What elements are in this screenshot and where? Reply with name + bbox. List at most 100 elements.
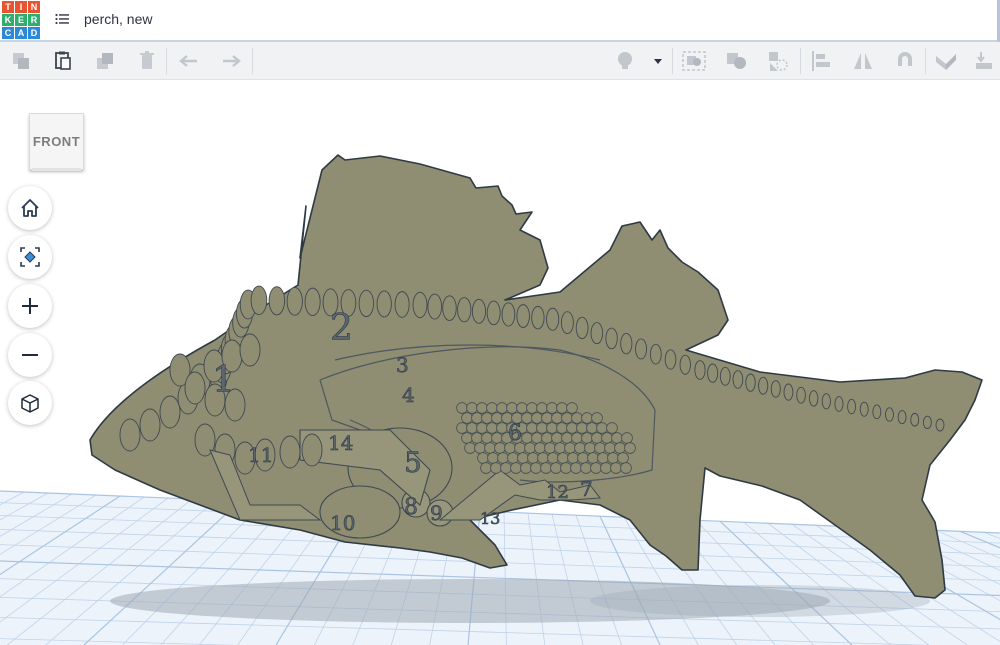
- roe-egg: [521, 412, 533, 424]
- tinkercad-logo[interactable]: T I N K E R C A D: [2, 1, 40, 39]
- roe-egg: [551, 432, 563, 444]
- vertebra: [486, 300, 501, 326]
- logo-letter: C: [2, 27, 14, 39]
- roe-egg: [586, 422, 598, 434]
- fit-view-button[interactable]: [8, 235, 52, 279]
- fit-all-icon: [20, 247, 40, 267]
- vertebra: [664, 349, 677, 370]
- paste-icon: [55, 51, 71, 70]
- vertebra: [358, 289, 375, 318]
- roe-egg: [571, 412, 583, 424]
- vertebra: [394, 291, 410, 318]
- vertebra: [679, 354, 691, 375]
- vertebra: [376, 290, 392, 318]
- toolbar-divider: [925, 48, 926, 74]
- ortho-view-button[interactable]: [8, 381, 52, 425]
- redo-icon: [223, 55, 241, 67]
- undo-button[interactable]: [177, 50, 201, 72]
- label-6: 6: [508, 421, 522, 446]
- project-title[interactable]: perch, new: [84, 11, 152, 27]
- roe-egg: [560, 462, 572, 474]
- vertebra: [808, 390, 819, 407]
- roe-egg: [547, 452, 559, 464]
- mirror-icon: [854, 53, 872, 69]
- roe-egg: [471, 432, 483, 444]
- magnet-icon: [898, 52, 912, 66]
- align-button[interactable]: [809, 50, 833, 72]
- roe-egg: [541, 412, 553, 424]
- copy-button[interactable]: [9, 50, 33, 72]
- list-menu-icon[interactable]: [55, 12, 69, 26]
- home-view-button[interactable]: [8, 186, 52, 230]
- redo-button[interactable]: [219, 50, 243, 72]
- label-5: 5: [404, 446, 422, 479]
- vertebra: [427, 293, 443, 320]
- light-bulb-icon: [618, 52, 632, 69]
- roe-egg: [490, 462, 502, 474]
- vertebra: [620, 333, 633, 355]
- roe-egg: [500, 462, 512, 474]
- ruler-button[interactable]: [972, 50, 996, 72]
- trash-icon: [140, 51, 154, 69]
- roe-egg: [544, 442, 556, 454]
- label-7: 7: [580, 477, 593, 501]
- roe-egg: [516, 402, 528, 414]
- light-dropdown[interactable]: [648, 50, 668, 72]
- hole-button[interactable]: [766, 50, 790, 72]
- zoom-in-button[interactable]: [8, 284, 52, 328]
- vertebra: [859, 401, 869, 417]
- roe-egg: [576, 422, 588, 434]
- vertebra: [516, 304, 530, 328]
- roe-egg: [486, 422, 498, 434]
- roe-egg: [587, 452, 599, 464]
- vertebra: [531, 305, 545, 330]
- roe-egg: [481, 412, 493, 424]
- vertebra: [910, 412, 920, 427]
- 3d-workspace[interactable]: 1 2 3 4 5 6 7 8 9 10 11 12 13 14: [0, 81, 1000, 645]
- ungroup-button[interactable]: [724, 50, 748, 72]
- roe-egg: [536, 402, 548, 414]
- roe-egg: [537, 452, 549, 464]
- roe-egg: [494, 442, 506, 454]
- roe-egg: [536, 422, 548, 434]
- roe-egg: [531, 412, 543, 424]
- roe-egg: [476, 402, 488, 414]
- roe-egg: [600, 462, 612, 474]
- vertebra: [268, 286, 286, 316]
- duplicate-button[interactable]: [93, 50, 117, 72]
- vertebra: [745, 373, 756, 392]
- roe-egg: [510, 462, 522, 474]
- vertebra: [821, 393, 831, 410]
- vertebra: [834, 396, 844, 412]
- roe-egg: [621, 432, 633, 444]
- workplane-button[interactable]: [934, 50, 958, 72]
- view-cube[interactable]: FRONT: [29, 113, 84, 170]
- roe-egg: [474, 442, 486, 454]
- roe-egg: [530, 462, 542, 474]
- roe-egg: [566, 422, 578, 434]
- roe-egg: [526, 422, 538, 434]
- roe-egg: [546, 422, 558, 434]
- logo-letter: D: [28, 27, 40, 39]
- perch-model[interactable]: 1 2 3 4 5 6 7 8 9 10 11 12 13 14: [0, 81, 1000, 645]
- paste-button[interactable]: [51, 50, 75, 72]
- plus-icon: [22, 298, 38, 314]
- mirror-button[interactable]: [851, 50, 875, 72]
- gill-segment: [119, 418, 141, 452]
- roe-egg: [614, 442, 626, 454]
- delete-button[interactable]: [135, 50, 159, 72]
- roe-egg: [526, 402, 538, 414]
- vertebra: [649, 343, 662, 365]
- roe-egg: [546, 402, 558, 414]
- roe-egg: [571, 432, 583, 444]
- roe-egg: [480, 462, 492, 474]
- cruise-button[interactable]: [893, 50, 917, 72]
- vertebra: [286, 286, 303, 316]
- group-button[interactable]: [682, 50, 706, 72]
- roe-egg: [487, 452, 499, 464]
- zoom-out-button[interactable]: [8, 333, 52, 377]
- light-button[interactable]: [613, 50, 637, 72]
- label-11: 11: [248, 443, 273, 467]
- roe-egg: [574, 442, 586, 454]
- vertebra: [758, 376, 769, 395]
